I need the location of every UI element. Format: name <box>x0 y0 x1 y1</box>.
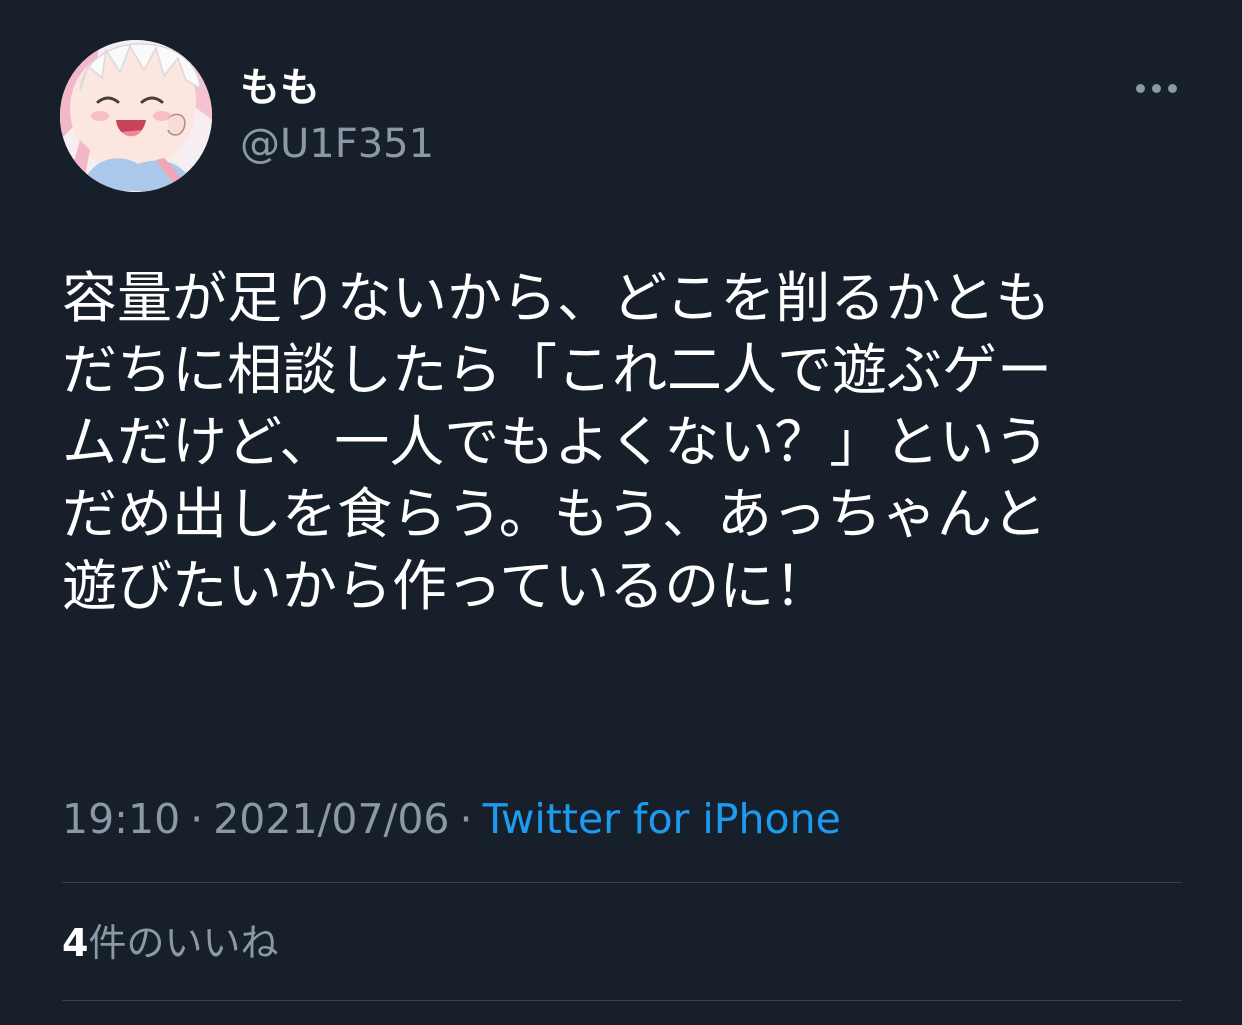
tweet-text-line: ムだけど、一人でもよくない？」という <box>62 410 1050 474</box>
tweet-text-line: 遊びたいから作っているのに！ <box>62 554 830 618</box>
tweet-time[interactable]: 19:10 <box>62 795 180 843</box>
tweet-detail: もも @U1F351 容量が足りないから、どこを削るかとも だちに相談したら「こ… <box>0 0 1242 1025</box>
likes-link[interactable]: 4件のいいね <box>62 916 278 970</box>
divider <box>62 882 1182 883</box>
display-name[interactable]: もも <box>240 62 320 114</box>
likes-count: 4 <box>62 921 89 965</box>
tweet-source-link[interactable]: Twitter for iPhone <box>483 795 841 843</box>
tweet-metadata: 19:10 · 2021/07/06 · Twitter for iPhone <box>62 790 841 848</box>
tweet-text-line: だめ出しを食らう。もう、あっちゃんと <box>62 482 1048 546</box>
more-options-button[interactable] <box>1124 66 1188 110</box>
tweet-text-line: 容量が足りないから、どこを削るかとも <box>62 266 1051 330</box>
meta-separator: · <box>190 795 204 843</box>
likes-label: 件のいいね <box>88 921 279 965</box>
avatar-illustration <box>60 40 212 192</box>
user-handle[interactable]: @U1F351 <box>240 118 434 170</box>
divider <box>62 1000 1182 1001</box>
more-horizontal-icon <box>1135 83 1177 93</box>
tweet-text-line: だちに相談したら「これ二人で遊ぶゲー <box>62 338 1053 402</box>
tweet-date[interactable]: 2021/07/06 <box>213 795 449 843</box>
tweet-text: 容量が足りないから、どこを削るかとも だちに相談したら「これ二人で遊ぶゲー ムだ… <box>62 262 1182 622</box>
avatar[interactable] <box>60 40 212 192</box>
meta-separator: · <box>459 795 473 843</box>
